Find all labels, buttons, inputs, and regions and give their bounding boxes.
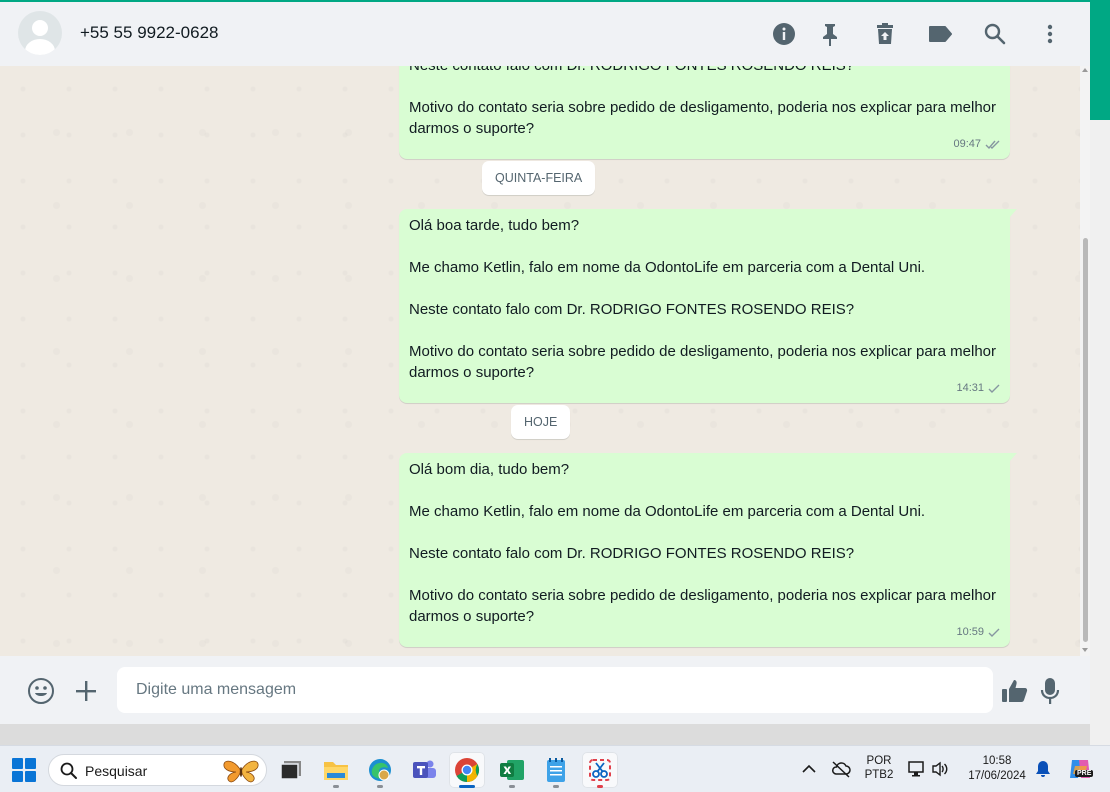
language-code: POR bbox=[866, 755, 892, 767]
message-line: Motivo do contato seria sobre pedido de … bbox=[409, 343, 997, 381]
single-check-icon bbox=[988, 384, 1000, 393]
message-bubble[interactable]: Olá bom dia, tudo bem? Me chamo Ketlin, … bbox=[399, 453, 1017, 647]
pin-icon[interactable] bbox=[815, 19, 845, 49]
label-icon[interactable] bbox=[925, 19, 955, 49]
whatsapp-window: +55 55 9922-0628 Neste contato falo com … bbox=[0, 0, 1090, 724]
message-time: 09:47 bbox=[953, 138, 981, 150]
message-list[interactable]: Neste contato falo com Dr. RODRIGO FONTE… bbox=[0, 66, 1090, 656]
delete-icon[interactable] bbox=[870, 19, 900, 49]
message-line: Neste contato falo com Dr. RODRIGO FONTE… bbox=[409, 66, 1000, 76]
thumbs-up-icon[interactable] bbox=[1000, 676, 1030, 706]
message-line: Neste contato falo com Dr. RODRIGO FONTE… bbox=[409, 545, 855, 562]
contact-avatar[interactable] bbox=[18, 11, 62, 55]
edge-icon[interactable] bbox=[362, 752, 398, 788]
emoji-icon[interactable] bbox=[26, 676, 56, 706]
message-meta: 10:59 bbox=[956, 622, 1001, 643]
menu-icon[interactable] bbox=[1035, 19, 1065, 49]
task-view-icon[interactable] bbox=[273, 752, 309, 788]
chat-header: +55 55 9922-0628 bbox=[0, 2, 1090, 66]
message-line: Me chamo Ketlin, falo em nome da OdontoL… bbox=[409, 259, 926, 276]
message-bubble[interactable]: Olá boa tarde, tudo bem? Me chamo Ketlin… bbox=[399, 209, 1017, 403]
scrollbar-thumb[interactable] bbox=[1083, 238, 1088, 642]
single-check-icon bbox=[988, 628, 1000, 637]
clock-time: 10:58 bbox=[982, 755, 1012, 767]
butterfly-icon bbox=[223, 760, 259, 783]
keyboard-layout: PTB2 bbox=[864, 769, 894, 781]
search-label: Pesquisar bbox=[85, 763, 148, 779]
cloud-off-icon[interactable] bbox=[831, 760, 851, 778]
copilot-icon[interactable]: PRE bbox=[1067, 756, 1094, 782]
teams-icon[interactable] bbox=[406, 752, 442, 788]
search-icon[interactable] bbox=[980, 19, 1010, 49]
file-explorer-icon[interactable] bbox=[318, 752, 354, 788]
volume-icon[interactable] bbox=[931, 761, 949, 777]
message-input[interactable] bbox=[117, 667, 993, 713]
info-icon[interactable] bbox=[769, 19, 799, 49]
taskbar-search[interactable]: Pesquisar bbox=[48, 754, 267, 786]
message-composer bbox=[0, 656, 1090, 724]
attach-plus-icon[interactable] bbox=[71, 676, 101, 706]
search-icon bbox=[60, 762, 77, 779]
double-check-icon bbox=[985, 140, 1000, 150]
scroll-up-arrow[interactable] bbox=[1082, 68, 1088, 72]
contact-name[interactable]: +55 55 9922-0628 bbox=[80, 23, 219, 43]
excel-icon[interactable] bbox=[494, 752, 530, 788]
message-line: Motivo do contato seria sobre pedido de … bbox=[409, 99, 997, 137]
clock[interactable]: 10:58 17/06/2024 bbox=[962, 755, 1032, 782]
message-meta: 14:31 bbox=[956, 378, 1001, 399]
windows-start-icon[interactable] bbox=[12, 758, 36, 782]
message-time: 14:31 bbox=[956, 382, 984, 394]
snipping-tool-icon[interactable] bbox=[582, 752, 618, 788]
message-line: Me chamo Ketlin, falo em nome da OdontoL… bbox=[409, 503, 926, 520]
chevron-up-icon[interactable] bbox=[802, 764, 816, 774]
message-meta: 09:47 bbox=[953, 134, 1001, 155]
notification-bell-icon[interactable] bbox=[1035, 760, 1051, 778]
message-time: 10:59 bbox=[956, 626, 984, 638]
side-strip bbox=[1090, 0, 1110, 745]
microphone-icon[interactable] bbox=[1035, 676, 1065, 706]
network-icon[interactable] bbox=[907, 760, 927, 778]
message-bubble[interactable]: Neste contato falo com Dr. RODRIGO FONTE… bbox=[399, 66, 1010, 159]
language-indicator[interactable]: POR PTB2 bbox=[862, 755, 896, 781]
day-divider: HOJE bbox=[511, 405, 571, 439]
copilot-badge: PRE bbox=[1075, 770, 1094, 777]
windows-taskbar: Pesquisar POR PTB2 10:58 17/06/2024 PRE bbox=[0, 745, 1110, 792]
notepad-icon[interactable] bbox=[538, 752, 574, 788]
message-line: Neste contato falo com Dr. RODRIGO FONTE… bbox=[409, 301, 855, 318]
message-line: Olá boa tarde, tudo bem? bbox=[409, 217, 580, 234]
clock-date: 17/06/2024 bbox=[968, 770, 1026, 782]
chrome-icon[interactable] bbox=[449, 752, 485, 788]
message-line: Olá bom dia, tudo bem? bbox=[409, 461, 570, 478]
day-divider: QUINTA-FEIRA bbox=[482, 161, 596, 195]
scroll-down-arrow[interactable] bbox=[1082, 648, 1088, 652]
message-line: Motivo do contato seria sobre pedido de … bbox=[409, 587, 997, 625]
